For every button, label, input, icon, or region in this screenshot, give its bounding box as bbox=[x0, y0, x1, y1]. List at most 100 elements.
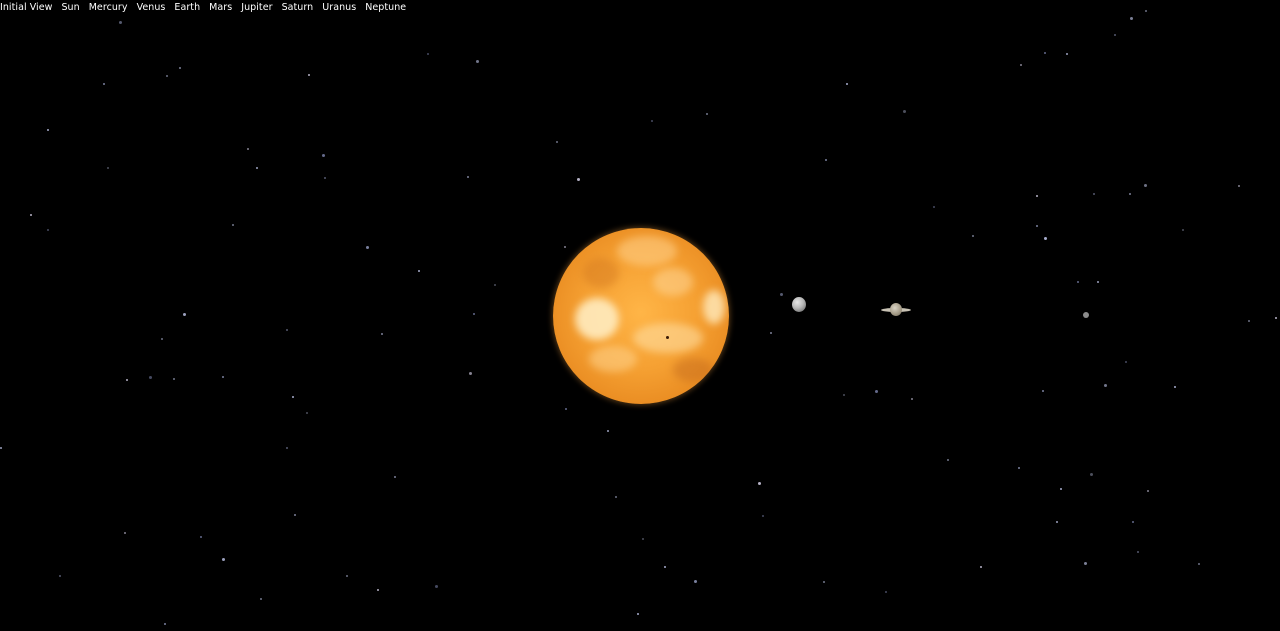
star bbox=[825, 159, 827, 161]
planet-navigation-bar: Initial View Sun Mercury Venus Earth Mar… bbox=[0, 0, 406, 16]
star bbox=[780, 293, 783, 296]
star bbox=[1056, 521, 1058, 523]
nav-neptune[interactable]: Neptune bbox=[365, 0, 406, 16]
star bbox=[637, 613, 639, 615]
star bbox=[173, 378, 175, 380]
star bbox=[179, 67, 181, 69]
star bbox=[119, 21, 122, 24]
star bbox=[1144, 184, 1147, 187]
sun-flare bbox=[653, 268, 693, 296]
star bbox=[1137, 551, 1139, 553]
star bbox=[911, 398, 913, 400]
star bbox=[260, 598, 262, 600]
star bbox=[875, 390, 878, 393]
star bbox=[377, 589, 379, 591]
sun-flare bbox=[673, 358, 713, 382]
saturn-with-rings[interactable] bbox=[881, 302, 911, 318]
star bbox=[1132, 521, 1134, 523]
star bbox=[1090, 473, 1093, 476]
nav-venus[interactable]: Venus bbox=[137, 0, 166, 16]
star bbox=[200, 536, 202, 538]
star bbox=[651, 120, 653, 122]
star bbox=[1104, 384, 1107, 387]
star bbox=[346, 575, 348, 577]
star bbox=[308, 74, 310, 76]
star bbox=[0, 447, 2, 449]
star bbox=[166, 75, 168, 77]
star bbox=[903, 110, 906, 113]
star bbox=[1182, 229, 1184, 231]
nav-jupiter[interactable]: Jupiter bbox=[241, 0, 272, 16]
star bbox=[1084, 562, 1087, 565]
star bbox=[556, 141, 558, 143]
star bbox=[1077, 281, 1079, 283]
star bbox=[694, 580, 697, 583]
nav-mars[interactable]: Mars bbox=[209, 0, 232, 16]
star bbox=[161, 338, 163, 340]
distant-planet[interactable] bbox=[1083, 312, 1089, 318]
nav-initial-view[interactable]: Initial View bbox=[0, 0, 52, 16]
star bbox=[1248, 320, 1250, 322]
nav-saturn[interactable]: Saturn bbox=[282, 0, 314, 16]
star bbox=[770, 332, 772, 334]
star bbox=[1275, 317, 1277, 319]
star bbox=[256, 167, 258, 169]
star bbox=[607, 430, 609, 432]
nav-earth[interactable]: Earth bbox=[174, 0, 200, 16]
star bbox=[577, 178, 580, 181]
star bbox=[1125, 361, 1127, 363]
star bbox=[469, 372, 472, 375]
star bbox=[706, 113, 708, 115]
star bbox=[615, 496, 617, 498]
sun-flare bbox=[703, 290, 725, 324]
star bbox=[642, 538, 644, 540]
star bbox=[1060, 488, 1062, 490]
star bbox=[1129, 193, 1131, 195]
star bbox=[306, 412, 308, 414]
star bbox=[149, 376, 152, 379]
saturn-body bbox=[890, 303, 902, 316]
star bbox=[762, 515, 764, 517]
star bbox=[47, 229, 49, 231]
star bbox=[103, 83, 105, 85]
space-viewport[interactable]: Initial View Sun Mercury Venus Earth Mar… bbox=[0, 0, 1280, 631]
star bbox=[107, 167, 109, 169]
sun-flare bbox=[583, 258, 619, 288]
star bbox=[427, 53, 429, 55]
star bbox=[247, 148, 249, 150]
star bbox=[933, 206, 935, 208]
nav-uranus[interactable]: Uranus bbox=[322, 0, 356, 16]
star bbox=[222, 558, 225, 561]
star bbox=[1044, 237, 1047, 240]
star bbox=[1066, 53, 1068, 55]
star bbox=[1036, 225, 1038, 227]
star bbox=[467, 176, 469, 178]
star bbox=[418, 270, 420, 272]
star bbox=[164, 623, 166, 625]
star bbox=[1036, 195, 1038, 197]
star bbox=[232, 224, 234, 226]
star bbox=[476, 60, 479, 63]
nav-sun[interactable]: Sun bbox=[61, 0, 79, 16]
star bbox=[1198, 563, 1200, 565]
star bbox=[972, 235, 974, 237]
star bbox=[183, 313, 186, 316]
star bbox=[565, 408, 567, 410]
sun-sphere[interactable] bbox=[553, 228, 729, 404]
sun-flare bbox=[589, 346, 637, 372]
star bbox=[435, 585, 438, 588]
nav-mercury[interactable]: Mercury bbox=[89, 0, 128, 16]
star bbox=[885, 591, 887, 593]
star bbox=[394, 476, 396, 478]
star bbox=[564, 246, 566, 248]
star bbox=[1174, 386, 1176, 388]
star bbox=[947, 459, 949, 461]
mercury-sphere[interactable] bbox=[792, 297, 806, 312]
star bbox=[846, 83, 848, 85]
star bbox=[124, 532, 126, 534]
star bbox=[47, 129, 49, 131]
star bbox=[286, 329, 288, 331]
star bbox=[292, 396, 294, 398]
star bbox=[366, 246, 369, 249]
star bbox=[322, 154, 325, 157]
